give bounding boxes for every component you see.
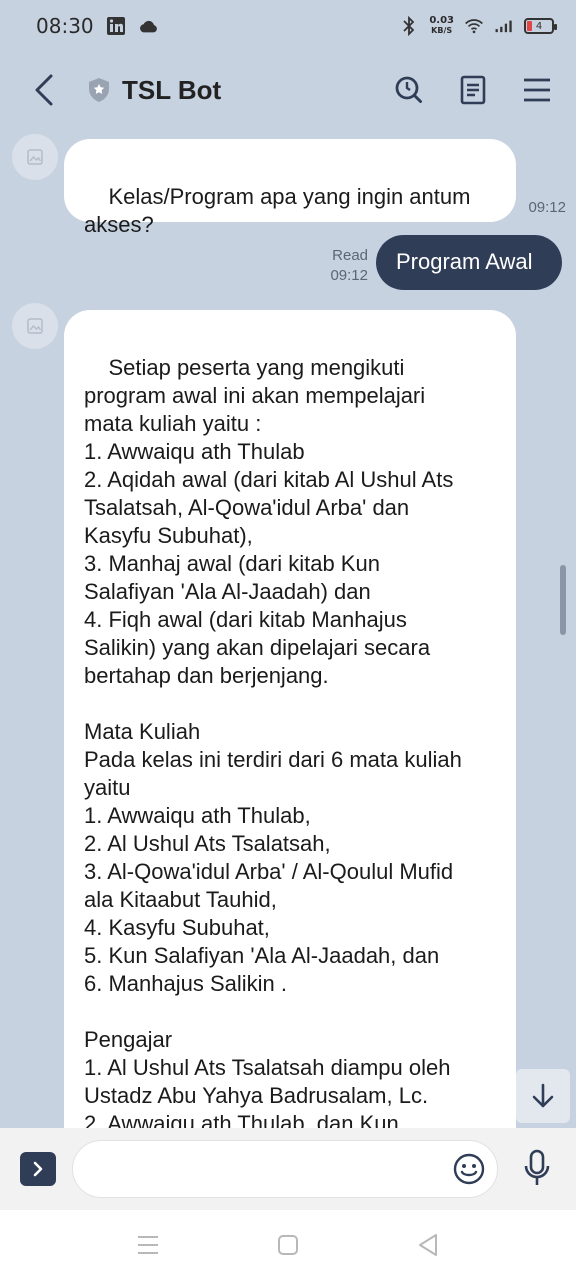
menu-icon — [524, 78, 550, 102]
message-time: 09:12 — [528, 199, 566, 216]
emoji-button[interactable] — [452, 1152, 486, 1186]
shield-icon — [86, 77, 112, 103]
image-placeholder-icon — [27, 149, 43, 165]
cloud-icon — [138, 16, 158, 36]
system-nav-bar — [0, 1210, 576, 1280]
recent-apps-icon — [138, 1236, 158, 1254]
chevron-right-icon — [33, 1161, 43, 1177]
read-label: Read — [332, 247, 368, 264]
message-text: Kelas/Program apa yang ingin antum akses… — [84, 184, 471, 237]
message-input-bar — [0, 1128, 576, 1210]
home-button[interactable] — [273, 1230, 303, 1260]
back-triangle-icon — [419, 1234, 437, 1256]
message-bubble-incoming[interactable]: Setiap peserta yang mengikuti program aw… — [64, 310, 516, 1128]
recent-apps-button[interactable] — [133, 1230, 163, 1260]
wifi-icon — [464, 16, 484, 36]
expand-menu-button[interactable] — [20, 1152, 56, 1186]
message-text: Setiap peserta yang mengikuti program aw… — [84, 355, 462, 1128]
battery-level: 4 — [535, 20, 543, 32]
network-speed-value: 0.03 — [429, 15, 454, 26]
scroll-to-bottom-button[interactable] — [516, 1069, 570, 1123]
notes-icon — [460, 75, 486, 105]
network-speed: 0.03 KB/S — [429, 16, 454, 36]
message-input[interactable] — [72, 1140, 498, 1198]
message-bubble-incoming[interactable]: Kelas/Program apa yang ingin antum akses… — [64, 139, 516, 237]
menu-button[interactable] — [522, 75, 552, 105]
message-text: Program Awal — [396, 249, 533, 274]
arrow-down-icon — [532, 1083, 554, 1108]
linkedin-icon — [106, 16, 126, 36]
chat-header: TSL Bot — [0, 52, 576, 128]
network-speed-unit: KB/S — [431, 26, 453, 35]
battery-icon: 4 — [524, 18, 557, 34]
status-time: 08:30 — [36, 14, 94, 38]
back-icon — [35, 74, 53, 106]
message-bubble-outgoing[interactable]: Program Awal — [376, 235, 562, 290]
emoji-icon — [453, 1153, 485, 1185]
voice-message-button[interactable] — [518, 1148, 556, 1188]
signal-icon — [494, 16, 514, 36]
bot-avatar[interactable] — [12, 303, 58, 349]
microphone-icon — [524, 1149, 550, 1185]
bluetooth-icon — [399, 16, 419, 36]
search-button[interactable] — [394, 75, 424, 105]
status-bar: 08:30 0.03 KB/S 4 — [0, 0, 576, 52]
bot-avatar[interactable] — [12, 134, 58, 180]
chat-title: TSL Bot — [122, 74, 222, 105]
message-read-status: Read 09:12 — [318, 246, 368, 286]
search-icon — [395, 76, 422, 103]
home-icon — [278, 1235, 298, 1255]
notes-button[interactable] — [458, 75, 488, 105]
image-placeholder-icon — [27, 318, 43, 334]
message-list[interactable]: Kelas/Program apa yang ingin antum akses… — [0, 128, 576, 1128]
message-time: 09:12 — [330, 267, 368, 284]
back-nav-button[interactable] — [413, 1230, 443, 1260]
scrollbar-thumb[interactable] — [560, 565, 566, 635]
back-button[interactable] — [24, 70, 64, 110]
